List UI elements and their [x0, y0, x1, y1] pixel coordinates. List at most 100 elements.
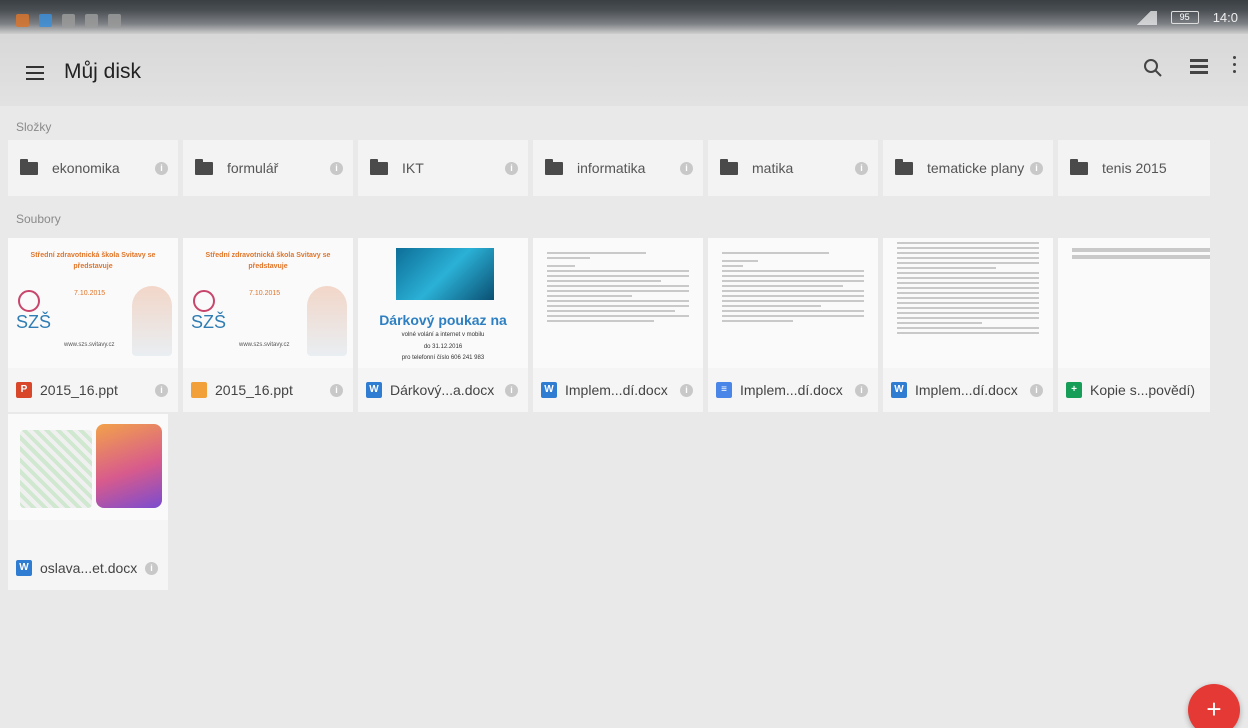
battery-icon: 95	[1170, 11, 1199, 24]
folder-item[interactable]: informatika i	[533, 140, 703, 196]
info-icon[interactable]: i	[145, 561, 158, 575]
folder-name: tematicke plany	[927, 160, 1025, 176]
thumb-date: 7.10.2015	[74, 290, 106, 297]
pony-image	[96, 424, 162, 508]
file-item[interactable]: W oslava...et.docx i	[8, 414, 168, 590]
thumb-web: www.szs.svitavy.cz	[64, 342, 115, 348]
folder-item[interactable]: tematicke plany i	[883, 140, 1053, 196]
search-icon[interactable]	[1143, 58, 1163, 78]
info-icon[interactable]: i	[155, 383, 168, 397]
document-text-preview	[547, 252, 689, 325]
file-thumbnail	[8, 414, 168, 520]
info-icon[interactable]: i	[505, 383, 518, 397]
heart-logo-icon	[193, 290, 215, 312]
file-name: Dárkový...a.docx	[390, 382, 495, 398]
o2-logo-image	[396, 248, 494, 300]
file-name: Implem...dí.docx	[565, 382, 668, 398]
clipart-image	[20, 430, 92, 508]
nurse-image	[307, 286, 347, 356]
info-icon[interactable]: i	[1030, 383, 1043, 397]
status-time: 14:0	[1212, 10, 1238, 25]
file-name: Implem...dí.docx	[915, 382, 1018, 398]
folder-icon	[20, 158, 38, 175]
file-item[interactable]: Střední zdravotnická škola Svitavy se př…	[8, 238, 178, 412]
folder-item[interactable]: matika i	[708, 140, 878, 196]
folder-name: formulář	[227, 160, 279, 176]
app-bar: Můj disk	[0, 34, 1248, 106]
info-icon[interactable]: i	[505, 161, 518, 175]
file-name: Implem...dí.docx	[740, 382, 843, 398]
file-item[interactable]: + Kopie s...povědí)	[1058, 238, 1210, 412]
info-icon[interactable]: i	[330, 161, 343, 175]
heart-logo-icon	[18, 290, 40, 312]
folder-icon	[895, 158, 913, 175]
thumb-line: volné volání a internet v mobilu	[401, 332, 485, 338]
info-icon[interactable]: i	[680, 161, 693, 175]
section-files-label: Soubory	[16, 212, 61, 226]
thumb-title: Střední zdravotnická škola Svitavy se př…	[30, 252, 156, 270]
info-icon[interactable]: i	[1030, 161, 1043, 175]
word-icon: W	[891, 382, 907, 398]
folder-item[interactable]: IKT i	[358, 140, 528, 196]
folder-name: matika	[752, 160, 794, 176]
thumb-date: 7.10.2015	[249, 290, 281, 297]
info-icon[interactable]: i	[855, 161, 868, 175]
notification-icon	[108, 14, 121, 27]
file-name: Kopie s...povědí)	[1090, 382, 1196, 398]
powerpoint-icon: P	[16, 382, 32, 398]
thumb-logo-text: SZŠ	[16, 312, 52, 332]
more-options-icon[interactable]	[1231, 56, 1237, 78]
folder-name: tenis 2015	[1102, 160, 1167, 176]
file-name: oslava...et.docx	[40, 560, 138, 576]
word-icon: W	[366, 382, 382, 398]
info-icon[interactable]: i	[680, 383, 693, 397]
nurse-image	[132, 286, 172, 356]
file-thumbnail: Dárkový poukaz na volné volání a interne…	[358, 238, 528, 368]
folder-name: IKT	[402, 160, 424, 176]
folder-item[interactable]: formulář i	[183, 140, 353, 196]
folder-name: ekonomika	[52, 160, 120, 176]
file-thumbnail	[1058, 238, 1210, 368]
folder-item[interactable]: tenis 2015	[1058, 140, 1210, 196]
file-thumbnail	[533, 238, 703, 368]
thumb-web: www.szs.svitavy.cz	[239, 342, 290, 348]
thumb-logo-text: SZŠ	[191, 312, 227, 332]
sheets-icon: +	[1066, 382, 1082, 398]
file-item[interactable]: Střední zdravotnická škola Svitavy se př…	[183, 238, 353, 412]
file-item[interactable]: W Implem...dí.docx i	[533, 238, 703, 412]
menu-icon[interactable]	[26, 66, 44, 80]
folders-list: ekonomika i formulář i IKT i informatika…	[8, 140, 1210, 196]
files-list: Střední zdravotnická škola Svitavy se př…	[8, 238, 1210, 412]
wifi-icon	[1136, 10, 1157, 25]
info-icon[interactable]: i	[155, 161, 168, 175]
folder-icon	[720, 158, 738, 175]
file-item[interactable]: ≡ Implem...dí.docx i	[708, 238, 878, 412]
list-view-icon[interactable]	[1190, 59, 1208, 75]
folder-icon	[370, 158, 388, 175]
thumb-line: pro telefonní číslo 606 241 983	[401, 355, 485, 361]
add-button[interactable]: +	[1188, 684, 1240, 728]
file-thumbnail	[708, 238, 878, 368]
notification-icon	[39, 14, 52, 27]
status-bar: 95 14:0	[0, 0, 1248, 34]
info-icon[interactable]: i	[855, 383, 868, 397]
thumb-line: do 31.12.2016	[423, 344, 463, 350]
file-thumbnail: Střední zdravotnická škola Svitavy se př…	[8, 238, 178, 368]
info-icon[interactable]: i	[330, 383, 343, 397]
thumb-title: Střední zdravotnická škola Svitavy se př…	[205, 252, 331, 270]
file-item[interactable]: Dárkový poukaz na volné volání a interne…	[358, 238, 528, 412]
word-icon: W	[16, 560, 32, 576]
section-folders-label: Složky	[16, 120, 52, 134]
file-item[interactable]: W Implem...dí.docx i	[883, 238, 1053, 412]
document-text-preview	[722, 252, 864, 325]
slides-icon	[191, 382, 207, 398]
folder-item[interactable]: ekonomika i	[8, 140, 178, 196]
folder-name: informatika	[577, 160, 646, 176]
thumb-title: Dárkový poukaz na	[379, 312, 507, 328]
file-thumbnail	[883, 238, 1053, 368]
page-title: Můj disk	[64, 60, 142, 83]
spreadsheet-preview	[1072, 248, 1210, 262]
notification-icon	[16, 14, 29, 27]
folder-icon	[1070, 158, 1088, 175]
file-thumbnail: Střední zdravotnická škola Svitavy se př…	[183, 238, 353, 368]
